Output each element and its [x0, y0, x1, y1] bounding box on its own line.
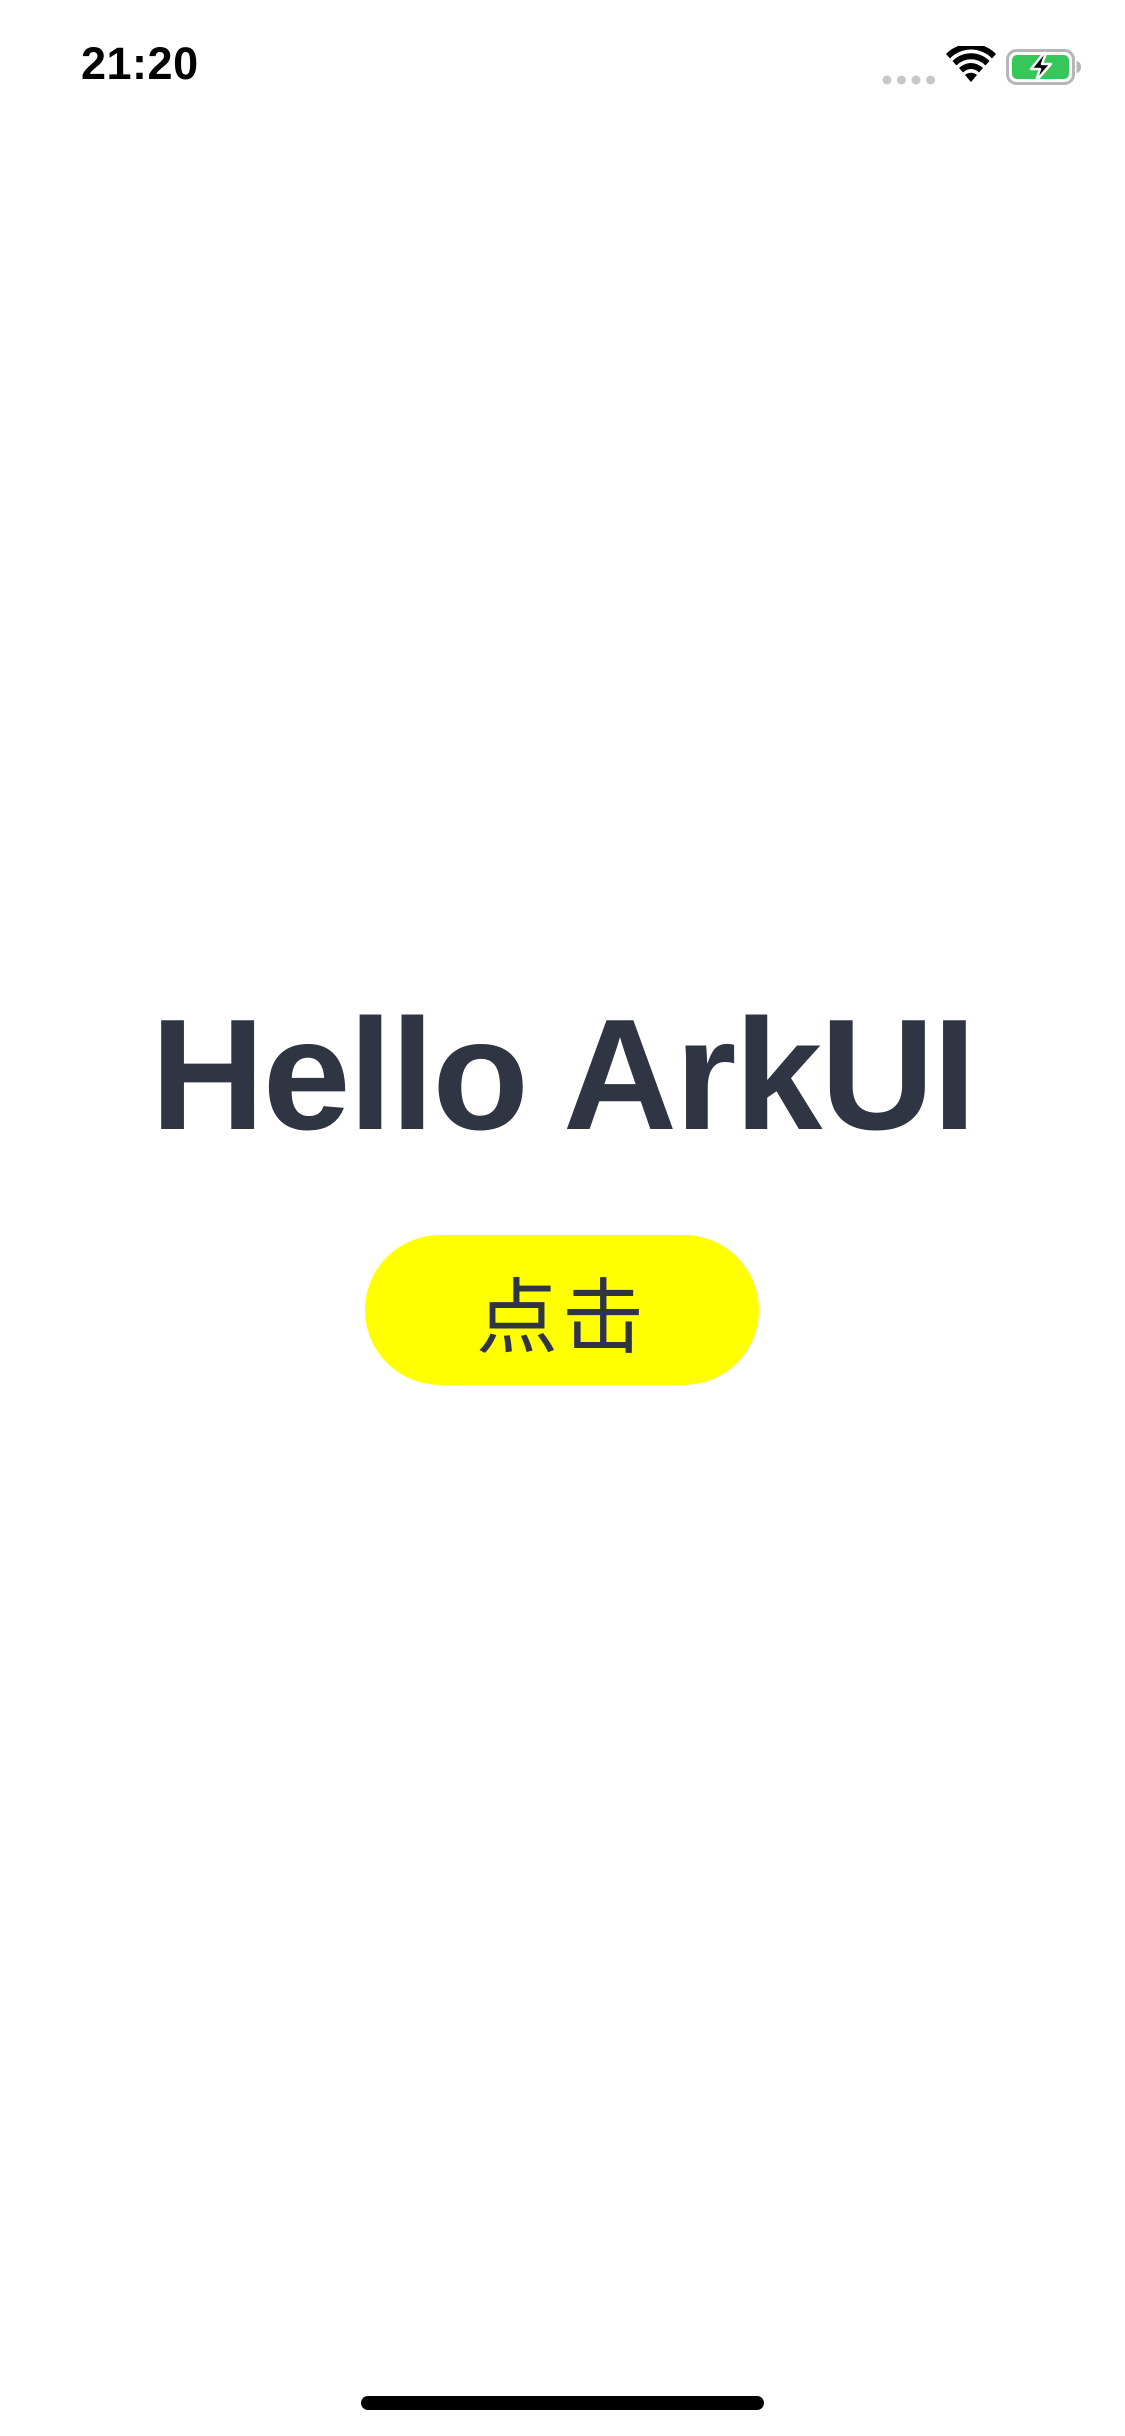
click-button[interactable]: 点击 — [365, 1235, 759, 1385]
click-button-label: 点击 — [475, 1270, 648, 1366]
signal-icon — [882, 75, 935, 85]
hello-title: Hello ArkUI — [150, 987, 977, 1163]
home-indicator[interactable] — [361, 2396, 764, 2410]
battery-charging-icon — [1006, 49, 1081, 85]
wifi-icon — [946, 46, 996, 82]
status-bar: 21:20 — [0, 0, 1125, 140]
status-time: 21:20 — [81, 38, 199, 89]
